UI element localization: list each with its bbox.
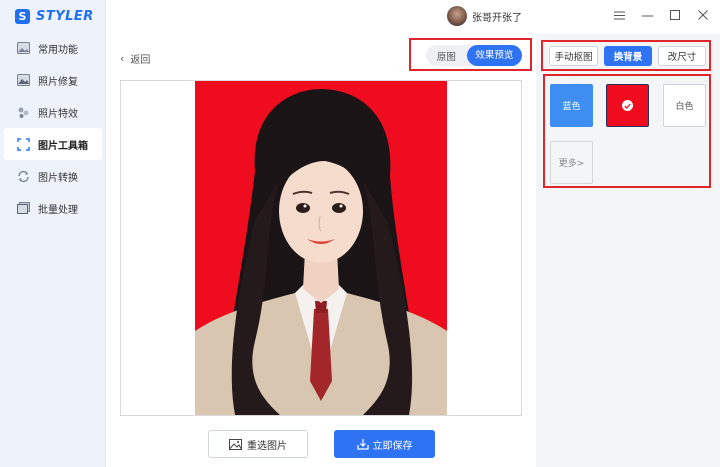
sidebar-item-label: 照片特效 bbox=[38, 108, 78, 120]
sidebar-item-batch[interactable]: 批量处理 bbox=[4, 192, 102, 224]
id-photo bbox=[195, 81, 447, 415]
menu-icon[interactable] bbox=[612, 8, 626, 22]
color-swatch-white[interactable]: 白色 bbox=[663, 84, 706, 127]
save-label: 立即保存 bbox=[372, 440, 413, 452]
download-icon bbox=[356, 438, 369, 450]
check-icon bbox=[622, 100, 633, 111]
image-toolbox-icon bbox=[16, 137, 30, 151]
app-logo: S STYLER bbox=[15, 8, 94, 24]
avatar bbox=[447, 6, 467, 26]
sidebar-item-convert[interactable]: 图片转换 bbox=[4, 160, 102, 192]
sidebar-item-label: 图片工具箱 bbox=[38, 140, 88, 152]
sidebar-item-repair[interactable]: 照片修复 bbox=[4, 64, 102, 96]
toggle-original[interactable]: 原图 bbox=[426, 49, 467, 63]
view-toggle: 原图 效果预览 bbox=[426, 45, 522, 66]
portrait-illustration bbox=[195, 89, 447, 415]
common-functions-icon bbox=[16, 41, 30, 55]
batch-process-icon bbox=[16, 201, 30, 215]
tab-change-background[interactable]: 换背景 bbox=[604, 46, 652, 66]
sidebar: S STYLER 常用功能 照片修复 照片特效 图片工具箱 图片转换 批量处理 bbox=[0, 0, 106, 467]
image-convert-icon bbox=[16, 169, 30, 183]
sidebar-item-label: 照片修复 bbox=[38, 76, 78, 88]
tab-resize[interactable]: 改尺寸 bbox=[658, 46, 706, 66]
color-swatch-red[interactable] bbox=[606, 84, 649, 127]
window-controls bbox=[612, 8, 710, 22]
back-label: 返回 bbox=[130, 55, 151, 66]
sidebar-item-label: 批量处理 bbox=[38, 204, 78, 216]
sidebar-item-label: 常用功能 bbox=[38, 44, 78, 56]
user-profile[interactable]: 张哥开张了 bbox=[447, 6, 522, 26]
sidebar-item-toolbox[interactable]: 图片工具箱 bbox=[4, 128, 102, 160]
photo-effects-icon bbox=[16, 105, 30, 119]
reselect-image-button[interactable]: 重选图片 bbox=[208, 430, 308, 458]
more-colors-button[interactable]: 更多> bbox=[550, 141, 593, 184]
sidebar-nav: 常用功能 照片修复 照片特效 图片工具箱 图片转换 批量处理 bbox=[4, 32, 102, 224]
image-icon bbox=[229, 438, 242, 450]
chevron-left-icon: ‹ bbox=[120, 52, 125, 65]
username: 张哥开张了 bbox=[472, 12, 522, 24]
app-window: S STYLER 常用功能 照片修复 照片特效 图片工具箱 图片转换 批量处理 … bbox=[0, 0, 720, 467]
reselect-label: 重选图片 bbox=[247, 440, 287, 452]
logo-text: STYLER bbox=[36, 8, 94, 24]
sidebar-item-effects[interactable]: 照片特效 bbox=[4, 96, 102, 128]
color-swatch-blue[interactable]: 蓝色 bbox=[550, 84, 593, 127]
tab-manual-cutout[interactable]: 手动抠图 bbox=[549, 46, 598, 66]
maximize-icon[interactable] bbox=[668, 8, 682, 22]
sidebar-item-label: 图片转换 bbox=[38, 172, 78, 184]
toggle-preview[interactable]: 效果预览 bbox=[466, 45, 522, 66]
sidebar-item-common[interactable]: 常用功能 bbox=[4, 32, 102, 64]
logo-badge: S bbox=[15, 8, 30, 24]
minimize-icon[interactable] bbox=[640, 8, 654, 22]
save-button[interactable]: 立即保存 bbox=[334, 430, 435, 458]
back-link[interactable]: ‹ 返回 bbox=[120, 51, 150, 66]
photo-repair-icon bbox=[16, 73, 30, 87]
close-icon[interactable] bbox=[696, 8, 710, 22]
